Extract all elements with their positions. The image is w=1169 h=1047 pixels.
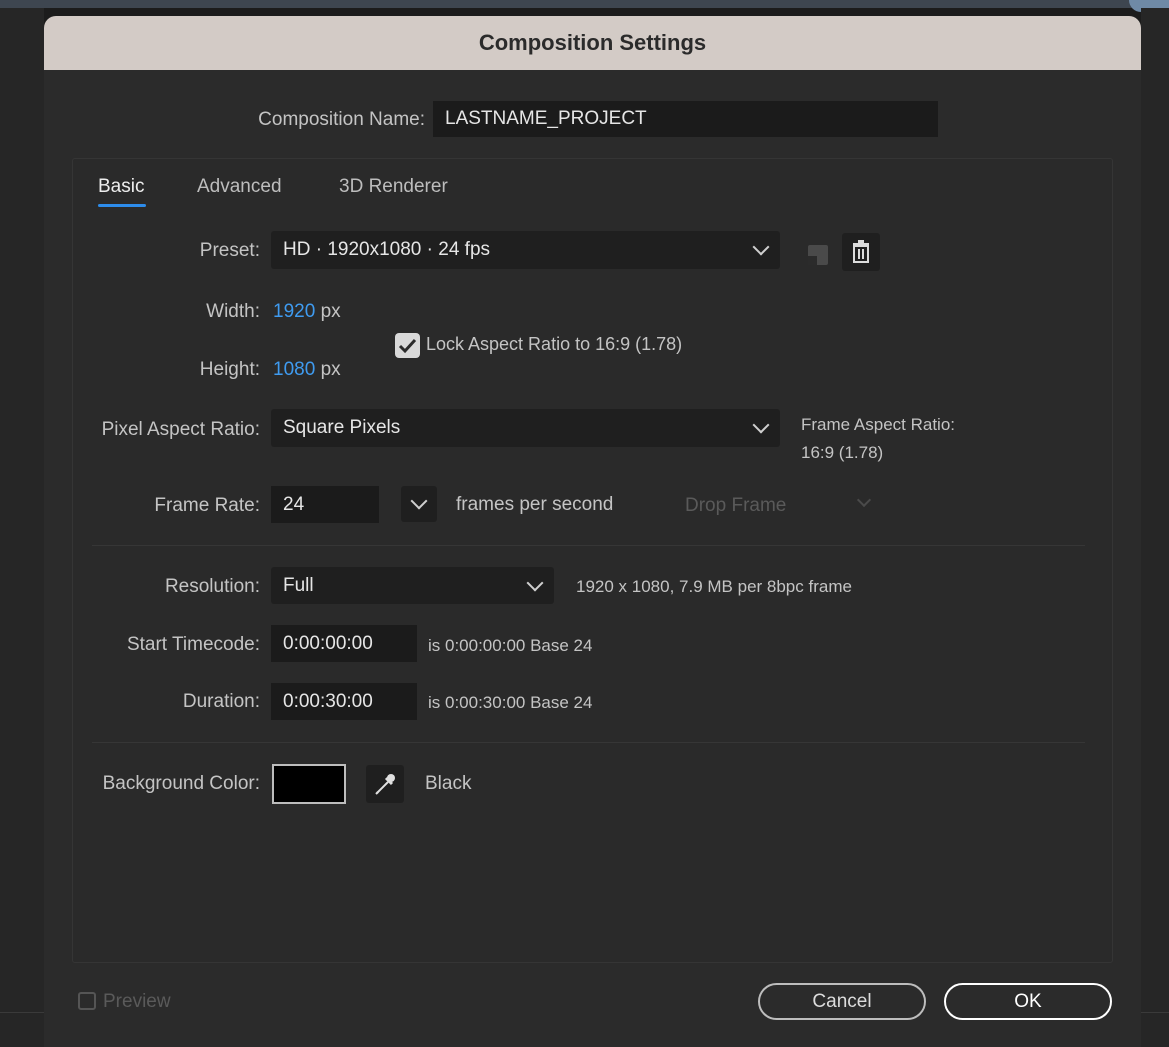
cancel-button[interactable]: Cancel <box>758 983 926 1020</box>
width-label: Width: <box>206 301 260 322</box>
frame-rate-value: 24 <box>283 493 305 515</box>
eyedropper-button[interactable] <box>366 765 404 803</box>
pixel-aspect-dropdown[interactable]: Square Pixels <box>271 409 780 447</box>
lock-aspect-label: Lock Aspect Ratio to 16:9 (1.78) <box>426 334 683 354</box>
ok-button[interactable]: OK <box>944 983 1112 1020</box>
start-timecode-value: 0:00:00:00 <box>283 632 373 654</box>
active-tab-indicator <box>98 204 146 207</box>
tab-3d-renderer[interactable]: 3D Renderer <box>339 176 448 198</box>
chevron-down-icon <box>410 492 428 510</box>
tab-basic[interactable]: Basic <box>98 176 144 198</box>
frame-rate-dropdown[interactable] <box>401 486 437 522</box>
height-label: Height: <box>199 359 260 380</box>
preset-value: HD · 1920x1080 · 24 fps <box>283 239 491 260</box>
background-app-left <box>0 8 44 1047</box>
pixel-aspect-value: Square Pixels <box>283 417 401 438</box>
section-divider <box>92 545 1085 546</box>
start-timecode-input[interactable]: 0:00:00:00 <box>271 625 417 662</box>
resolution-dropdown[interactable]: Full <box>271 567 554 604</box>
height-unit: px <box>320 359 341 380</box>
frame-aspect-value: 16:9 (1.78) <box>801 443 884 462</box>
frame-rate-unit: frames per second <box>456 494 614 515</box>
chevron-down-icon <box>752 416 770 434</box>
resolution-value: Full <box>283 574 314 596</box>
composition-name-value: LASTNAME_PROJECT <box>445 108 647 129</box>
background-color-name: Black <box>425 773 472 794</box>
background-divider <box>0 1012 44 1013</box>
duration-label: Duration: <box>182 691 260 712</box>
save-preset-icon <box>808 245 828 265</box>
chevron-down-icon <box>752 238 770 256</box>
resolution-label: Resolution: <box>164 576 260 597</box>
resolution-info: 1920 x 1080, 7.9 MB per 8bpc frame <box>576 577 852 596</box>
chevron-down-icon <box>526 574 544 592</box>
save-preset-button[interactable] <box>800 235 838 273</box>
trash-icon <box>853 240 869 263</box>
start-timecode-info: is 0:00:00:00 Base 24 <box>428 636 593 655</box>
settings-panel <box>72 158 1113 963</box>
width-field[interactable]: 1920 px <box>273 301 341 323</box>
background-color-swatch[interactable] <box>272 764 346 804</box>
section-divider <box>92 742 1085 743</box>
background-app-right <box>1141 8 1169 1047</box>
lock-aspect-checkbox[interactable] <box>395 333 420 358</box>
start-timecode-label: Start Timecode: <box>126 634 260 655</box>
app-top-strip <box>0 0 1169 8</box>
height-field[interactable]: 1080 px <box>273 359 341 381</box>
pixel-aspect-label: Pixel Aspect Ratio: <box>101 419 260 440</box>
checkmark-icon <box>398 338 417 354</box>
composition-name-input[interactable]: LASTNAME_PROJECT <box>433 101 938 137</box>
frame-rate-label: Frame Rate: <box>154 495 260 516</box>
duration-info: is 0:00:30:00 Base 24 <box>428 693 593 712</box>
frame-aspect-label: Frame Aspect Ratio: <box>801 415 956 434</box>
preset-label: Preset: <box>199 240 260 261</box>
frame-rate-input[interactable]: 24 <box>271 486 379 523</box>
duration-value: 0:00:30:00 <box>283 690 373 712</box>
composition-settings-dialog: Composition Settings Composition Name: L… <box>44 16 1141 1047</box>
preset-dropdown[interactable]: HD · 1920x1080 · 24 fps <box>271 231 780 269</box>
preview-label: Preview <box>103 991 171 1012</box>
preview-checkbox[interactable] <box>78 992 96 1010</box>
duration-input[interactable]: 0:00:30:00 <box>271 683 417 720</box>
drop-frame-dropdown: Drop Frame <box>685 495 787 516</box>
height-value[interactable]: 1080 <box>273 359 315 380</box>
eyedropper-icon <box>375 774 395 795</box>
dialog-title: Composition Settings <box>44 16 1141 70</box>
background-color-label: Background Color: <box>102 773 260 794</box>
composition-name-label: Composition Name: <box>258 109 425 130</box>
width-unit: px <box>320 301 341 322</box>
tab-advanced[interactable]: Advanced <box>197 176 282 198</box>
delete-preset-button[interactable] <box>842 233 880 271</box>
width-value[interactable]: 1920 <box>273 301 315 322</box>
background-divider <box>1141 1012 1169 1013</box>
